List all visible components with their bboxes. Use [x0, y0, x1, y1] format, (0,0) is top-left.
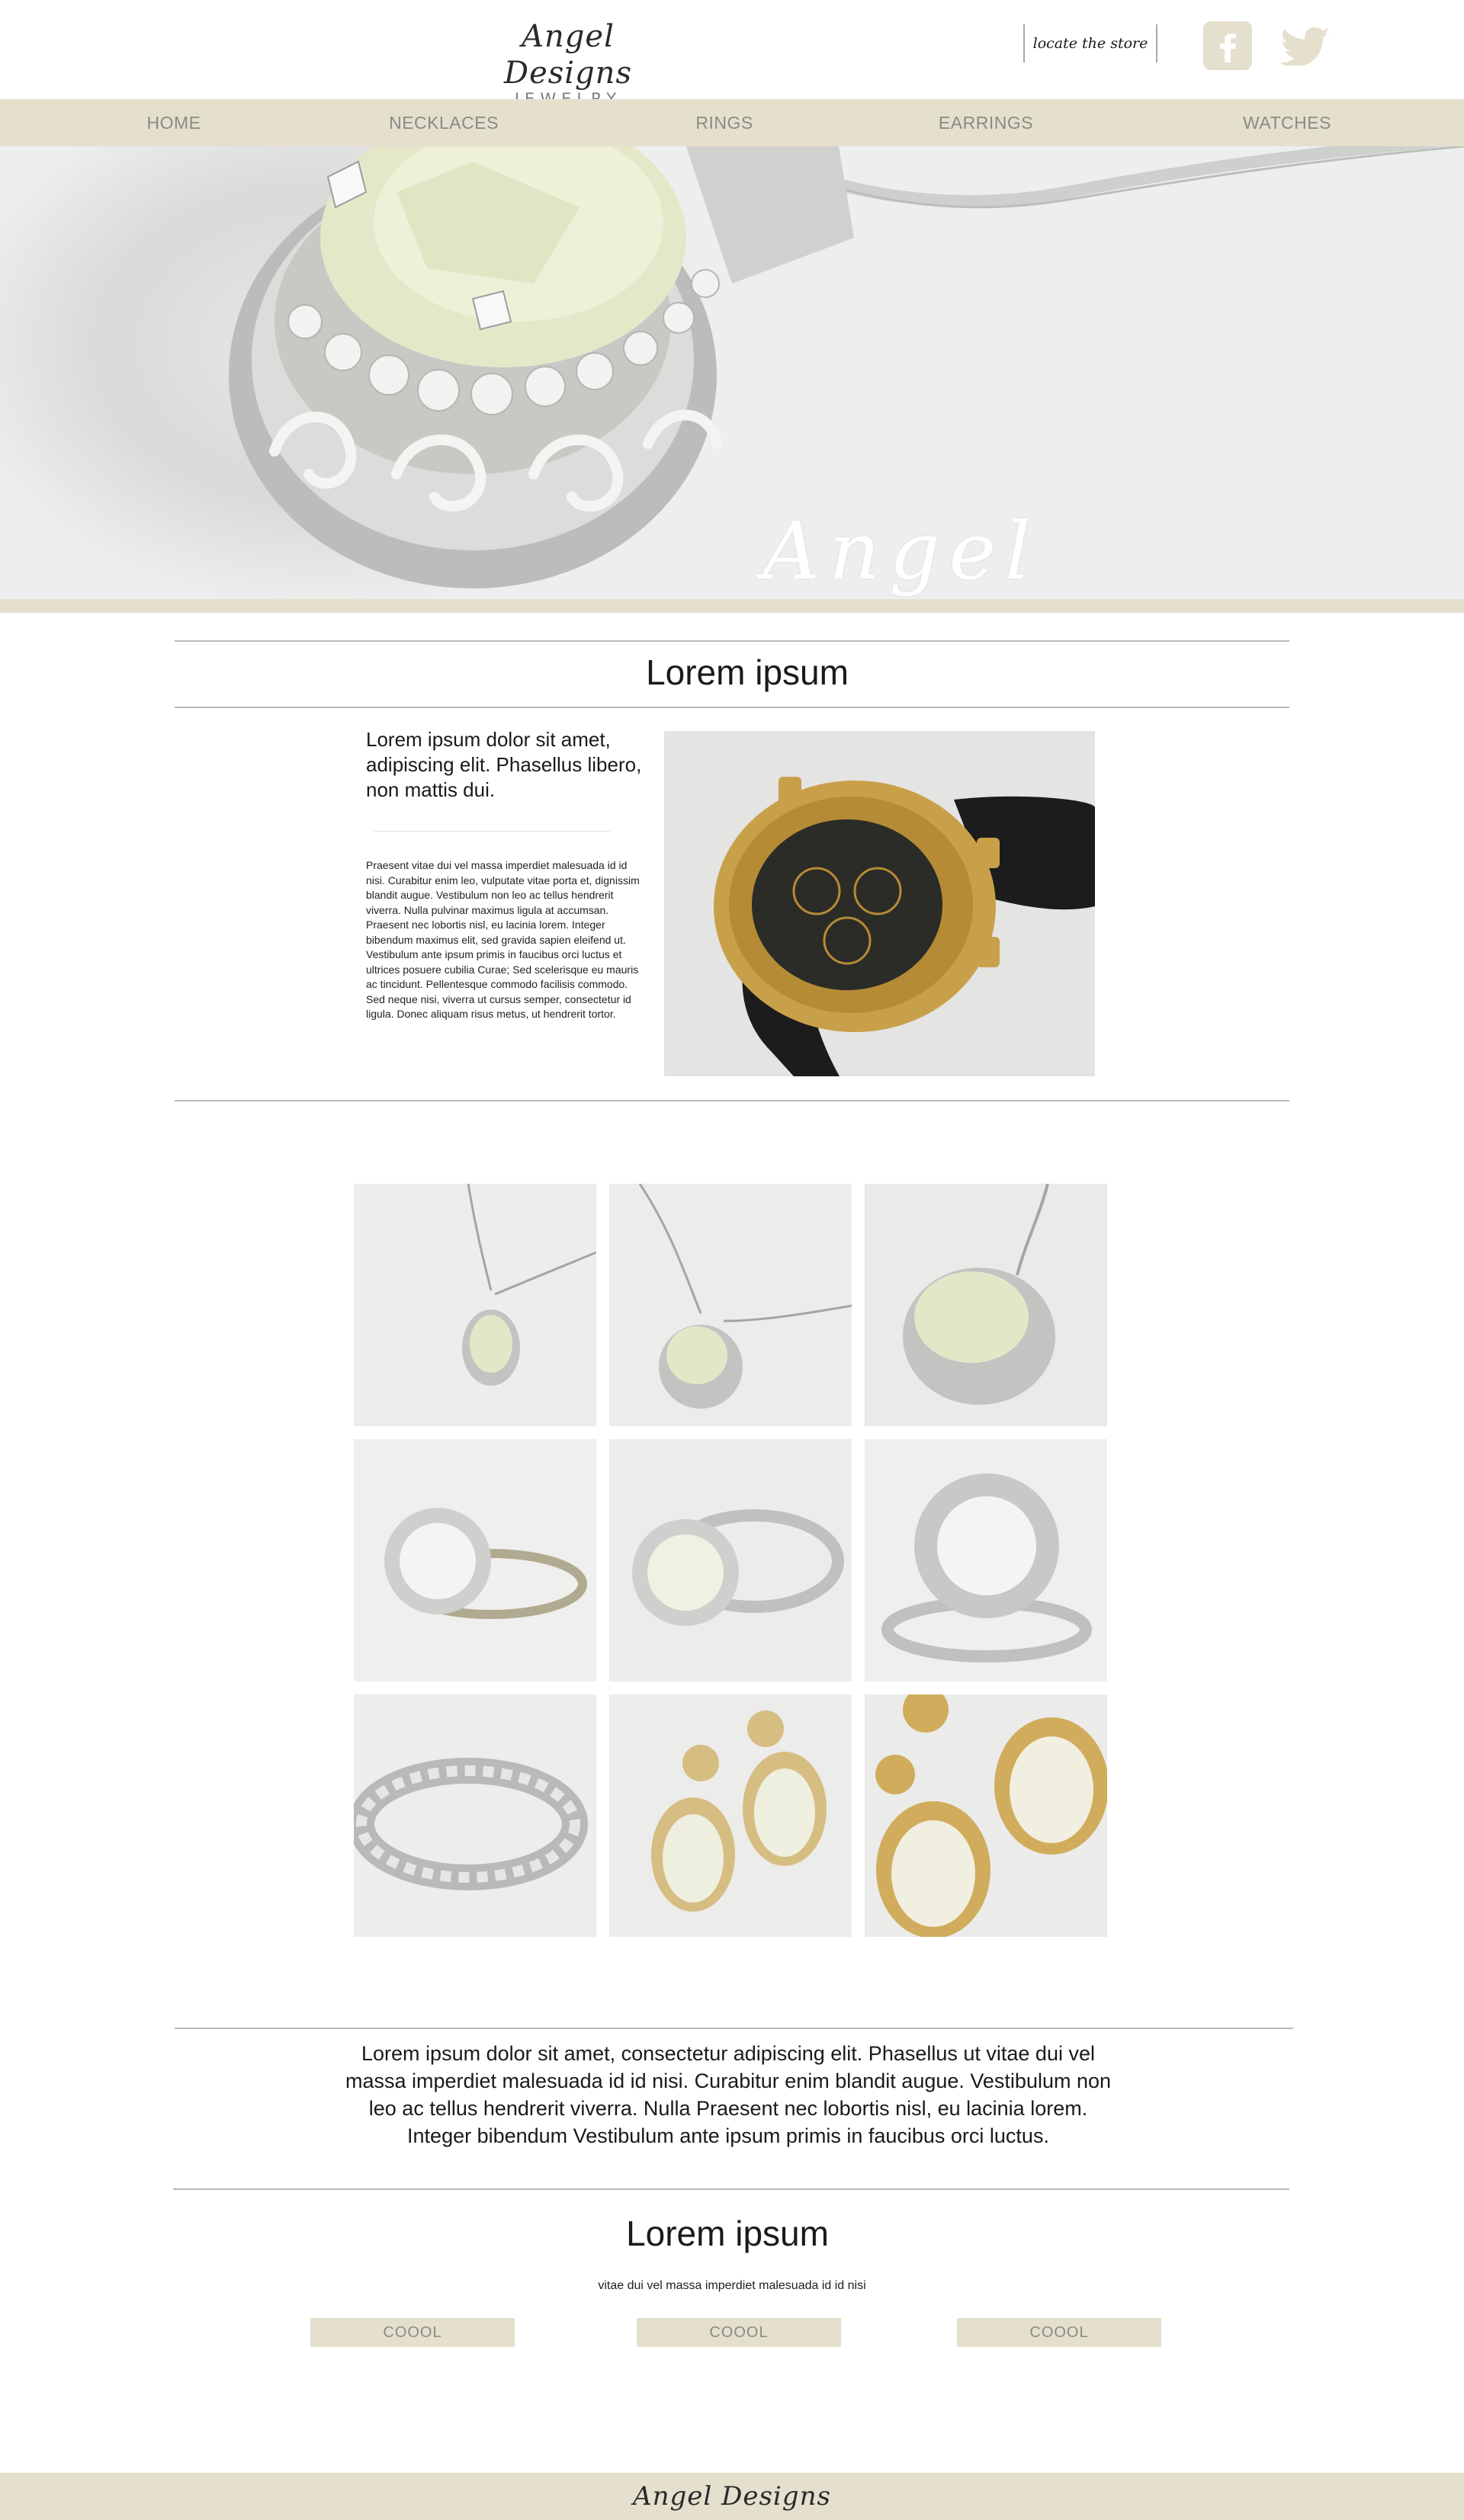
locate-store-link[interactable]: locate the store — [1023, 24, 1157, 63]
gallery-item-ring-3[interactable] — [865, 1439, 1107, 1682]
hero-brand-script: Angel Designs — [762, 505, 1137, 599]
twitter-icon[interactable] — [1279, 27, 1331, 67]
cta-button-1[interactable]: COOOL — [310, 2318, 515, 2347]
divider — [173, 2188, 1289, 2190]
feature-subtitle: vitae dui vel massa imperdiet malesuada … — [598, 2279, 866, 2292]
hero-banner: Angel Designs — [0, 146, 1464, 599]
footer: Angel Designs — [0, 2473, 1464, 2520]
divider — [175, 1100, 1289, 1101]
gallery-item-eternity-band[interactable] — [354, 1694, 596, 1937]
feature-paragraph: Lorem ipsum dolor sit amet, consectetur … — [345, 2042, 1112, 2147]
gallery-item-pendant-1[interactable] — [354, 1184, 596, 1426]
hero-bottom-band — [0, 599, 1464, 613]
intro-lead-text: Lorem ipsum dolor sit amet, adipiscing e… — [366, 728, 642, 801]
divider — [175, 2028, 1293, 2029]
nav-item-earrings[interactable]: EARRINGS — [929, 99, 1043, 146]
feature-title: Lorem ipsum — [626, 2214, 829, 2253]
gallery-item-ring-1[interactable] — [354, 1439, 596, 1682]
cta-button-2[interactable]: COOOL — [637, 2318, 841, 2347]
nav-item-necklaces[interactable]: NECKLACES — [383, 99, 505, 146]
gallery-item-earrings-1[interactable] — [609, 1694, 852, 1937]
nav-item-rings[interactable]: RINGS — [671, 99, 778, 146]
divider — [175, 640, 1289, 642]
intro-body-text: Praesent vitae dui vel massa imperdiet m… — [366, 859, 640, 1020]
gallery-item-earrings-2[interactable] — [865, 1694, 1107, 1937]
intro-separator — [374, 831, 610, 832]
footer-logo-script: Angel Designs — [633, 2481, 831, 2512]
product-gallery — [354, 1184, 1109, 1945]
facebook-icon[interactable] — [1203, 21, 1252, 70]
gallery-item-pendant-2[interactable] — [609, 1184, 852, 1426]
brand-logo[interactable]: Angel Designs JEWELRY — [465, 18, 671, 108]
cta-button-3[interactable]: COOOL — [957, 2318, 1161, 2347]
logo-script: Angel Designs — [504, 19, 632, 91]
main-nav: HOME NECKLACES RINGS EARRINGS WATCHES — [0, 99, 1464, 146]
intro-title: Lorem ipsum — [646, 652, 849, 692]
gallery-item-ring-2[interactable] — [609, 1439, 852, 1682]
divider — [175, 707, 1289, 708]
nav-item-home[interactable]: HOME — [120, 99, 227, 146]
watch-image — [664, 731, 1095, 1076]
nav-item-watches[interactable]: WATCHES — [1228, 99, 1347, 146]
gallery-item-pendant-3[interactable] — [865, 1184, 1107, 1426]
